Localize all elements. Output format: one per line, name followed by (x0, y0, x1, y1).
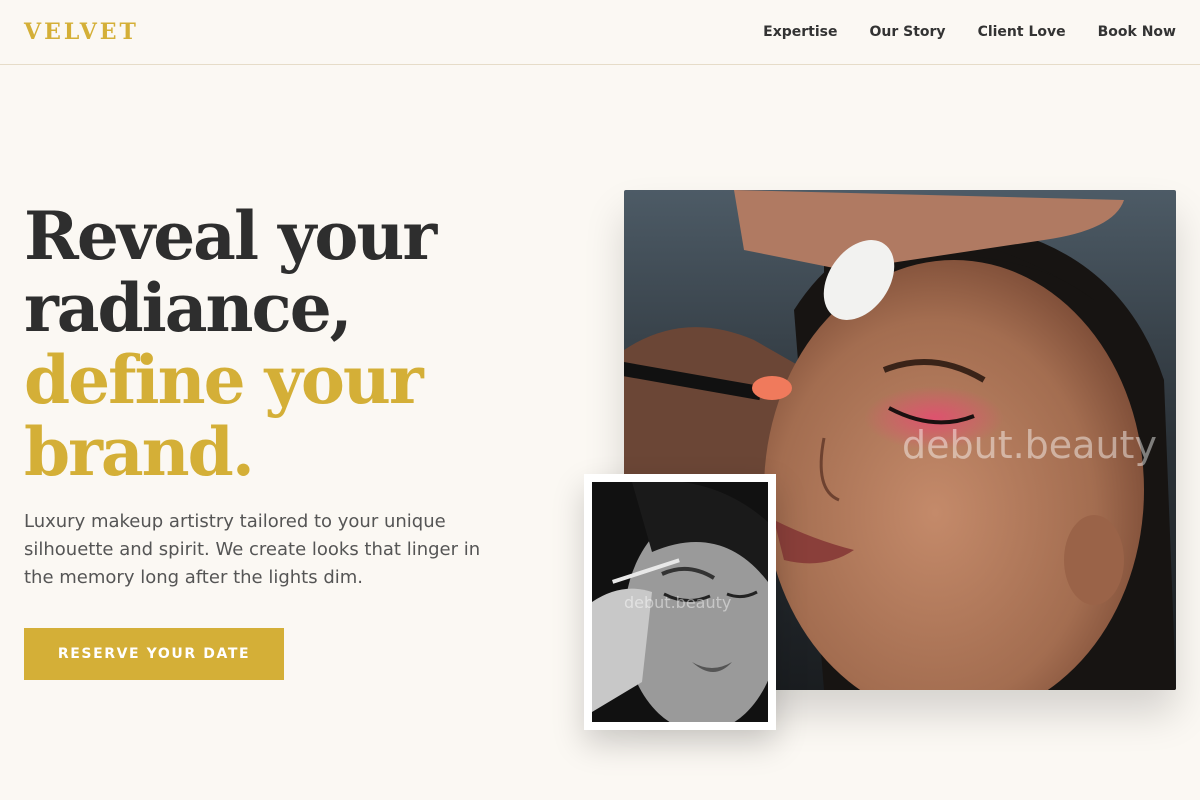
eyeliner-application-icon: debut.beauty (592, 482, 768, 722)
inset-watermark: debut.beauty (624, 593, 731, 612)
hero-section: Reveal your radiance, define your brand.… (24, 200, 494, 592)
heading-accent-line-2: brand. (24, 413, 255, 491)
heading-line-2: radiance, (24, 269, 353, 347)
heading-accent-line-1: define your (24, 341, 424, 419)
hero-heading: Reveal your radiance, define your brand. (24, 200, 494, 488)
nav-client-love[interactable]: Client Love (978, 24, 1066, 40)
main-nav: Expertise Our Story Client Love Book Now (763, 24, 1176, 40)
heading-line-1: Reveal your (24, 197, 437, 275)
inset-eyeliner-photo: debut.beauty (592, 482, 768, 722)
inset-photo-frame: debut.beauty (584, 474, 776, 730)
hero-subtitle: Luxury makeup artistry tailored to your … (24, 511, 481, 588)
site-header: VELVET Expertise Our Story Client Love B… (0, 0, 1200, 65)
nav-our-story[interactable]: Our Story (869, 24, 945, 40)
nav-book-now[interactable]: Book Now (1098, 24, 1176, 40)
main-watermark: debut.beauty (902, 423, 1157, 467)
reserve-date-button[interactable]: RESERVE YOUR DATE (24, 628, 284, 680)
brand-logo[interactable]: VELVET (24, 19, 139, 45)
nav-expertise[interactable]: Expertise (763, 24, 837, 40)
